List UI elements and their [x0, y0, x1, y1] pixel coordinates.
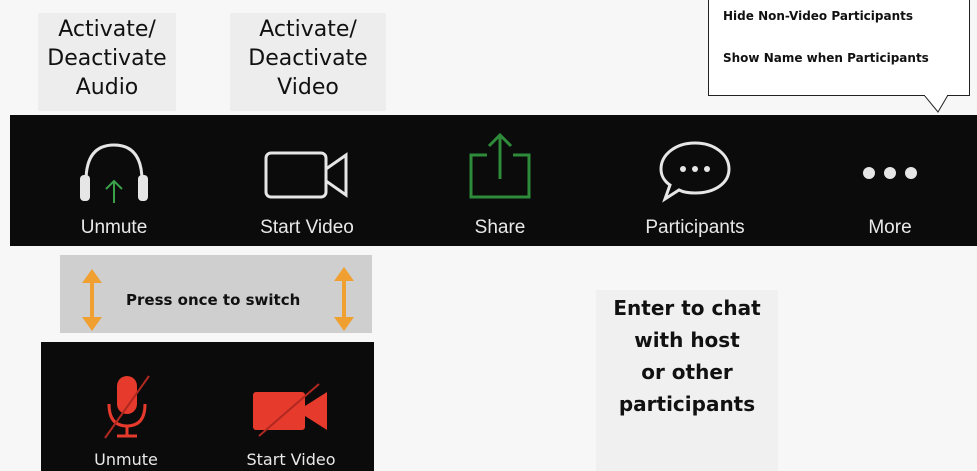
caption-video-line: Video — [277, 75, 339, 100]
participants-button[interactable]: Participants — [630, 115, 760, 246]
caption-video: Activate/ Deactivate Video — [230, 13, 386, 111]
video-off-icon — [253, 383, 327, 437]
more-button[interactable]: More — [840, 115, 940, 246]
chat-note-line: Enter to chat — [613, 296, 761, 320]
callout-line-show-name: Show Name when Participants — [723, 51, 929, 65]
share-icon — [469, 132, 531, 199]
chat-note-line: or other — [641, 360, 733, 384]
unmute-label: Unmute — [80, 217, 148, 238]
caption-video-line: Deactivate — [248, 46, 368, 71]
caption-video-line: Activate/ — [259, 17, 357, 42]
callout-line-hide-non-video: Hide Non-Video Participants — [723, 9, 914, 23]
switch-hint-text: Press once to switch — [126, 291, 301, 309]
more-options-callout: Hide Non-Video Participants Show Name wh… — [708, 0, 970, 96]
muted-microphone-icon — [104, 375, 150, 439]
share-button[interactable]: Share — [450, 115, 550, 246]
muted-start-video-label: Start Video — [246, 450, 336, 469]
video-camera-icon — [264, 151, 348, 199]
chat-note: Enter to chat with host or other partici… — [596, 290, 778, 471]
double-arrow-icon — [334, 267, 354, 331]
chat-note-line: participants — [618, 392, 756, 416]
more-dots-icon — [863, 167, 917, 179]
chat-note-line: with host — [634, 328, 740, 352]
chat-bubble-icon — [659, 141, 731, 203]
share-label: Share — [474, 217, 526, 238]
start-video-button[interactable]: Start Video — [242, 115, 372, 246]
caption-audio-line: Deactivate — [47, 46, 167, 71]
muted-start-video-button[interactable]: Start Video — [231, 342, 351, 471]
more-label: More — [868, 217, 912, 238]
start-video-label: Start Video — [260, 217, 354, 238]
headphones-icon — [80, 143, 148, 203]
caption-audio-line: Audio — [75, 75, 139, 100]
muted-state-panel: Unmute Start Video — [41, 342, 374, 471]
caption-audio-line: Activate/ — [58, 17, 156, 42]
muted-unmute-button[interactable]: Unmute — [71, 342, 181, 471]
switch-hint-box: Press once to switch — [60, 255, 372, 333]
callout-pointer — [924, 95, 948, 113]
caption-audio: Activate/ Deactivate Audio — [38, 13, 176, 111]
participants-label: Participants — [645, 217, 745, 238]
double-arrow-icon — [82, 269, 102, 331]
unmute-button[interactable]: Unmute — [54, 115, 174, 246]
muted-unmute-label: Unmute — [94, 450, 158, 469]
meeting-toolbar: Unmute Start Video Share Participants Mo… — [10, 115, 977, 246]
